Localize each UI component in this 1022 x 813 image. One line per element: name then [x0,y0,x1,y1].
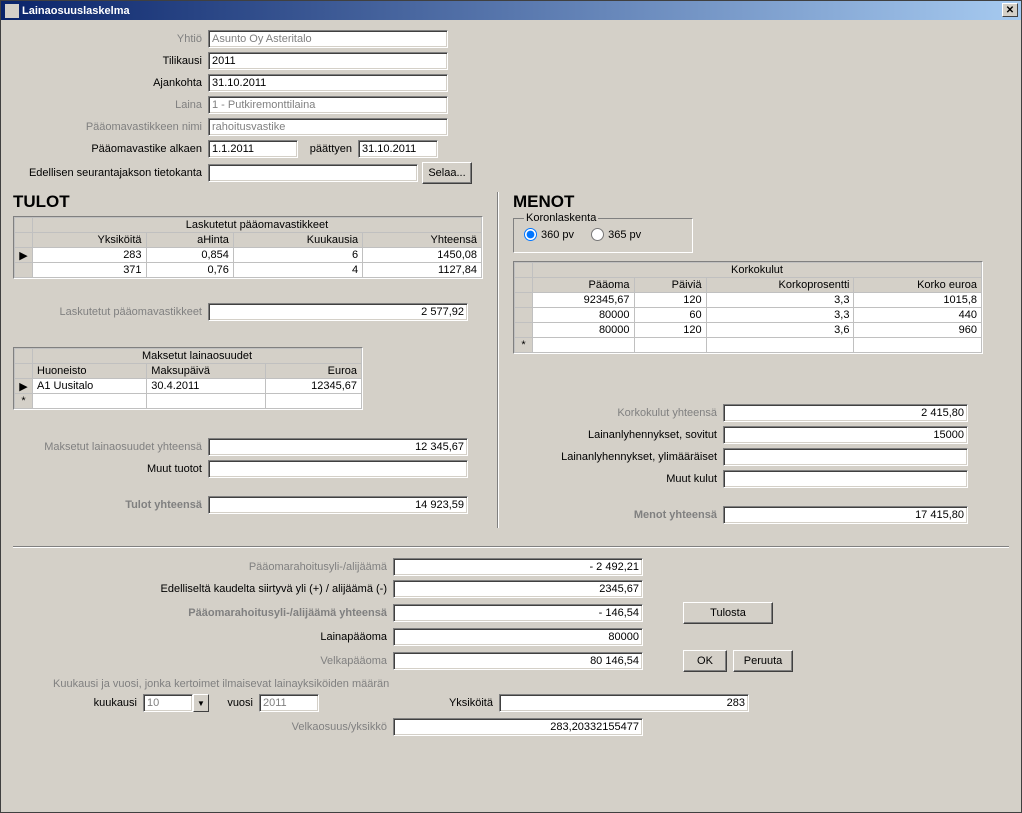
yhtio-label: Yhtiö [13,33,208,45]
vp-field: 80 146,54 [393,652,643,670]
muutkulut-label: Muut kulut [513,473,723,485]
laina-field: 1 - Putkiremonttilaina [208,96,448,114]
selaa-button[interactable]: Selaa... [422,162,472,184]
menot-panel: MENOT Koronlaskenta 360 pv 365 pv Korkok… [513,192,983,528]
korkokulut-table[interactable]: Korkokulut PääomaPäiviä KorkoprosenttiKo… [514,262,982,353]
pyay-field: - 146,54 [393,604,643,622]
table-row[interactable]: 8000060 3,3440 [515,308,982,323]
laskyht-field: 2 577,92 [208,303,468,321]
pvn-field: rahoitusvastike [208,118,448,136]
pya-field: - 2 492,21 [393,558,643,576]
vy-label: Velkaosuus/yksikkö [13,721,393,733]
table-row[interactable]: 3710,76 41127,84 [15,263,482,278]
ajankohta-label: Ajankohta [13,77,208,89]
peruuta-button[interactable]: Peruuta [733,650,793,672]
tilikausi-field[interactable]: 2011 [208,52,448,70]
koronlaskenta-group: Koronlaskenta 360 pv 365 pv [513,212,693,253]
paattyen-field[interactable]: 31.10.2011 [358,140,438,158]
table-row-new[interactable]: * [515,338,982,353]
tulotyht-label: Tulot yhteensä [13,499,208,511]
edel-field[interactable] [208,164,418,182]
pvn-label: Pääomavastikkeen nimi [13,121,208,133]
paattyen-label: päättyen [298,143,358,155]
pvastike-table[interactable]: Laskutetut pääomavastikkeet Yksiköitä aH… [14,217,482,278]
vuosi-label: vuosi [209,697,259,709]
edk-label: Edelliseltä kaudelta siirtyvä yli (+) / … [13,583,393,595]
pyay-label: Pääomarahoitusyli-/alijäämä yhteensä [13,607,393,619]
muuttuotot-field[interactable] [208,460,468,478]
pya-label: Pääomarahoitusyli-/alijäämä [13,561,393,573]
maksyht-label: Maksetut lainaosuudet yhteensä [13,441,208,453]
table-row[interactable]: ▶ A1 Uusitalo 30.4.2011 12345,67 [15,379,362,394]
close-button[interactable]: ✕ [1002,3,1018,17]
edk-field[interactable]: 2345,67 [393,580,643,598]
table-row-new[interactable]: * [15,394,362,409]
kyht-field: 2 415,80 [723,404,968,422]
pva-field[interactable]: 1.1.2011 [208,140,298,158]
sov-field[interactable]: 15000 [723,426,968,444]
edel-label: Edellisen seurantajakson tietokanta [13,167,208,179]
tulotyht-field: 14 923,59 [208,496,468,514]
kyht-label: Korkokulut yhteensä [513,407,723,419]
muutkulut-field[interactable] [723,470,968,488]
tilikausi-label: Tilikausi [13,55,208,67]
ok-button[interactable]: OK [683,650,727,672]
yli-field[interactable] [723,448,968,466]
maksetut-table[interactable]: Maksetut lainaosuudet Huoneisto Maksupäi… [14,348,362,409]
client-area: Yhtiö Asunto Oy Asteritalo Tilikausi 201… [1,20,1021,750]
window-title: Lainaosuuslaskelma [22,5,130,17]
radio-360[interactable]: 360 pv [524,228,574,241]
vp-label: Velkapääoma [13,655,393,667]
lp-label: Lainapääoma [13,631,393,643]
sov-label: Lainanlyhennykset, sovitut [513,429,723,441]
chevron-down-icon[interactable]: ▼ [193,694,209,712]
table-row[interactable]: 80000120 3,6960 [515,323,982,338]
laina-label: Laina [13,99,208,111]
kk-label: kuukausi [13,697,143,709]
tulot-title: TULOT [13,192,483,212]
app-icon [5,4,19,18]
yli-label: Lainanlyhennykset, ylimääräiset [513,451,723,463]
muuttuotot-label: Muut tuotot [13,463,208,475]
tulot-panel: TULOT Laskutetut pääomavastikkeet Yksikö… [13,192,483,528]
vertical-divider [497,192,499,528]
table-row[interactable]: 92345,67120 3,31015,8 [515,293,982,308]
kuukausi-combo[interactable]: 10 ▼ [143,694,209,712]
tulosta-button[interactable]: Tulosta [683,602,773,624]
ajankohta-field[interactable]: 31.10.2011 [208,74,448,92]
radio-365[interactable]: 365 pv [591,228,641,241]
menotyht-field: 17 415,80 [723,506,968,524]
table-row[interactable]: ▶ 2830,854 61450,08 [15,248,482,263]
maksyht-field: 12 345,67 [208,438,468,456]
vuosi-field[interactable]: 2011 [259,694,319,712]
yhtio-field: Asunto Oy Asteritalo [208,30,448,48]
window: Lainaosuuslaskelma ✕ Yhtiö Asunto Oy Ast… [0,0,1022,813]
lp-field[interactable]: 80000 [393,628,643,646]
yksikoita-field: 283 [499,694,749,712]
horizontal-divider [13,546,1009,548]
menot-title: MENOT [513,192,983,212]
kv-label: Kuukausi ja vuosi, jonka kertoimet ilmai… [13,678,395,690]
footer-panel: Pääomarahoitusyli-/alijäämä - 2 492,21 E… [13,558,1009,736]
yksikoita-label: Yksiköitä [319,697,499,709]
titlebar: Lainaosuuslaskelma ✕ [1,1,1021,20]
vy-field: 283,20332155477 [393,718,643,736]
menotyht-label: Menot yhteensä [513,509,723,521]
pva-label: Pääomavastike alkaen [13,143,208,155]
laskyht-label: Laskutetut pääomavastikkeet [13,306,208,318]
